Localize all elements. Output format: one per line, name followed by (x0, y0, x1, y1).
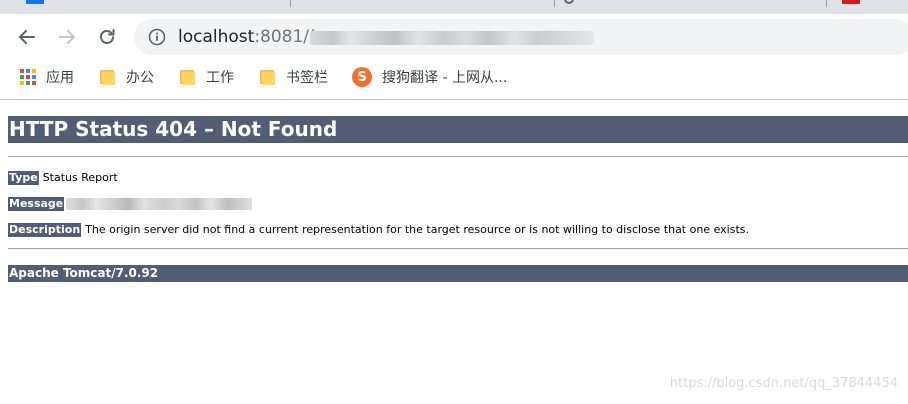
bookmarks-bar: 应用 办公 工作 书签栏 S 搜狗翻译 - 上网从... (0, 60, 908, 94)
address-bar[interactable]: localhost:8081/( (134, 19, 908, 55)
bookmark-folder-office[interactable]: 办公 (100, 65, 154, 89)
tab-separator (290, 0, 291, 7)
bookmark-label: 搜狗翻译 - 上网从... (382, 70, 508, 86)
reload-icon (100, 29, 115, 44)
tab-loading-icon[interactable] (564, 0, 574, 4)
watermark: https://blog.csdn.net/qq_37844454 (669, 376, 898, 391)
arrow-left-icon (19, 30, 35, 44)
url-host: localhost (178, 27, 255, 47)
tab-favicon[interactable] (842, 0, 860, 4)
description-value: The origin server did not find a current… (85, 223, 749, 236)
apps-grid-icon (20, 69, 36, 85)
description-row: Description The origin server did not fi… (8, 222, 749, 238)
arrow-right-icon (59, 30, 75, 44)
tab-separator (826, 0, 827, 7)
url-port: :8081/ (254, 27, 310, 47)
type-value: Status Report (42, 171, 118, 184)
url-text: localhost:8081/( (178, 26, 316, 48)
folder-icon (180, 69, 196, 85)
bookmark-folder-bookmarks[interactable]: 书签栏 (260, 65, 328, 89)
bookmark-label: 工作 (206, 70, 234, 86)
type-row: Type Status Report (8, 170, 118, 186)
bookmark-label: 应用 (46, 70, 74, 86)
page-title: HTTP Status 404 – Not Found (8, 116, 908, 143)
reload-button[interactable] (96, 26, 118, 48)
tab-favicon[interactable] (26, 0, 44, 4)
message-label: Message (8, 197, 65, 211)
bookmark-sogou-translate[interactable]: S 搜狗翻译 - 上网从... (352, 65, 507, 89)
forward-button[interactable] (56, 26, 78, 48)
info-icon[interactable] (148, 28, 166, 46)
description-label: Description (8, 223, 82, 237)
divider (8, 156, 908, 157)
bookmark-label: 书签栏 (286, 70, 328, 86)
message-redacted (66, 198, 253, 210)
back-button[interactable] (16, 26, 38, 48)
divider (8, 248, 908, 249)
message-row: Message (8, 196, 253, 212)
folder-icon (260, 69, 276, 85)
browser-toolbar: localhost:8081/( (0, 14, 908, 60)
bookmark-label: 办公 (126, 70, 154, 86)
type-label: Type (8, 171, 39, 185)
server-info: Apache Tomcat/7.0.92 (8, 265, 908, 282)
tab-separator (554, 0, 555, 7)
tab-strip (0, 0, 908, 14)
folder-icon (100, 69, 116, 85)
bookmark-apps[interactable]: 应用 (20, 65, 74, 89)
url-redacted (310, 31, 594, 45)
chrome-divider (0, 99, 908, 100)
sogou-icon: S (352, 67, 372, 87)
bookmark-folder-work[interactable]: 工作 (180, 65, 234, 89)
